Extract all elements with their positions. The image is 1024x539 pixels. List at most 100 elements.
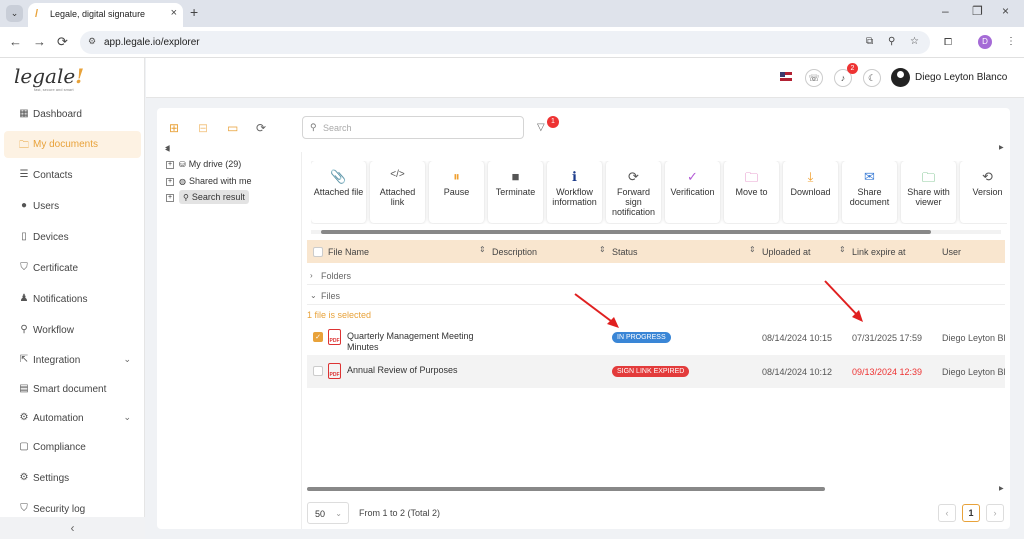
sidebar-item-dashboard[interactable]: ▦ Dashboard [4,101,141,128]
avatar[interactable] [891,68,910,87]
sidebar-item-settings[interactable]: ⚙ Settings [4,465,141,492]
sidebar-item-certificate[interactable]: ⛉ Certificate [4,255,141,282]
sidebar-item-devices[interactable]: ▯ Devices [4,224,141,251]
integration-icon: ⇱ [19,354,29,365]
extensions-icon[interactable]: ⧠ [944,37,952,48]
restore-icon[interactable]: ❐ [972,4,983,18]
tree-item-search-result[interactable]: + ⚲ Search result [166,190,249,204]
share-document-button[interactable]: ✉ Share document [842,161,897,223]
close-icon[interactable]: × [171,7,177,19]
install-app-icon[interactable]: ⧉ [866,36,873,47]
folders-group[interactable]: › Folders [307,267,1005,285]
row-checkbox[interactable] [313,366,323,376]
sidebar-item-integration[interactable]: ⇱ Integration ⌄ [4,347,141,374]
move-to-button[interactable]: 🗀 Move to [724,161,779,223]
actions-scroll-left-icon[interactable]: ◀ [165,144,170,151]
uploaded-at: 08/14/2024 10:12 [762,367,833,377]
share-with-viewer-button[interactable]: 🗀 Share with viewer [901,161,956,223]
new-folder-icon[interactable]: ⊞ [169,121,179,135]
sort-icon[interactable]: ⇕ [479,245,486,254]
forward-sign-notification-button[interactable]: ⟳ Forward sign notification [606,161,661,223]
explorer-panel: ⊞ ⊟ ▭ ⟳ ◀ + ⛁ My drive (29) + ◍ Shared with … [157,108,1010,529]
theme-toggle-icon[interactable]: ☾ [863,69,881,87]
chevron-down-icon: ⌄ [310,291,317,300]
files-group[interactable]: ⌄ Files [307,287,1005,305]
support-icon[interactable]: ☏ [805,69,823,87]
attached-link-button[interactable]: </> Attached link [370,161,425,223]
back-icon[interactable]: ← [9,34,22,49]
url-text: app.legale.io/explorer [104,37,200,48]
column-link-expire-at[interactable]: Link expire at [852,247,906,257]
legale-logo[interactable]: legale! [14,64,84,88]
file-name[interactable]: Quarterly Management Meeting Minutes [347,331,487,353]
chevron-down-icon: ⌄ [123,354,131,364]
workflow-information-button[interactable]: ℹ Workflow information [547,161,602,223]
url-field[interactable]: ⚙ app.legale.io/explorer ⧉ ⚲ ☆ [80,31,930,54]
sidebar-item-contacts[interactable]: ☰ Contacts [4,162,141,189]
column-description[interactable]: Description [492,247,537,257]
chevron-down-icon: ⌄ [123,412,131,422]
attached-file-button[interactable]: 📎 Attached file [311,161,366,223]
column-file-name[interactable]: File Name [328,247,369,257]
next-page-button[interactable]: › [986,504,1004,522]
table-row[interactable]: PDF Annual Review of Purposes SIGN LINK … [307,355,1005,388]
notification-badge: 2 [847,63,858,74]
site-info-icon[interactable]: ⚙ [88,36,96,47]
browser-tab[interactable]: / Legale, digital signature × [28,3,183,27]
chevron-right-icon: › [310,271,313,280]
tree-item-shared-with-me[interactable]: + ◍ Shared with me [166,176,252,186]
column-user[interactable]: User [942,247,961,257]
filter-icon[interactable]: ▽ [537,122,545,133]
file-name[interactable]: Annual Review of Purposes [347,365,487,376]
page-button[interactable]: 1 [962,504,980,522]
page-size-select[interactable]: 50 ⌄ [307,502,349,524]
bookmark-star-icon[interactable]: ☆ [910,36,919,47]
search-input[interactable]: ⚲ Search [302,116,524,139]
user-name[interactable]: Diego Leyton Blanco [915,72,1007,83]
actions-scroll-right-icon[interactable]: ▶ [999,144,1004,151]
profile-avatar[interactable]: D [978,35,992,49]
column-uploaded-at[interactable]: Uploaded at [762,247,811,257]
reload-icon[interactable]: ⟳ [57,34,68,50]
minimize-icon[interactable]: – [942,4,949,18]
select-all-checkbox[interactable] [313,247,323,257]
tree-item-my-drive[interactable]: + ⛁ My drive (29) [166,159,241,169]
folder-icon[interactable]: ▭ [227,121,238,135]
sidebar-item-notifications[interactable]: ♟ Notifications [4,286,141,313]
us-flag-icon[interactable] [780,72,792,81]
sidebar-item-smart-document[interactable]: ▤ Smart document [4,376,141,403]
prev-page-button[interactable]: ‹ [938,504,956,522]
tab-search-button[interactable]: ⌄ [6,5,23,22]
forward-icon[interactable]: → [33,34,46,49]
terminate-button[interactable]: ■ Terminate [488,161,543,223]
sort-icon[interactable]: ⇕ [599,245,606,254]
verification-button[interactable]: ✓ Verification [665,161,720,223]
window-close-icon[interactable]: × [1002,4,1009,18]
code-icon: </> [390,169,405,180]
sidebar-item-automation[interactable]: ⚙ Automation ⌄ [4,405,141,432]
actions-scrollbar[interactable] [311,230,1001,234]
table-scrollbar[interactable] [307,487,1007,491]
device-icon: ▯ [21,231,27,242]
top-bar: ☏ ♪ 2 ☾ Diego Leyton Blanco [146,58,1024,98]
sidebar-item-compliance[interactable]: ▢ Compliance [4,434,141,461]
version-button[interactable]: ⟲ Version [960,161,1007,223]
sidebar-item-workflow[interactable]: ⚲ Workflow [4,317,141,344]
sidebar-item-my-documents[interactable]: 🗀 My documents [4,131,141,158]
browser-menu-icon[interactable]: ⋮ [1006,36,1016,47]
download-button[interactable]: ⤓ Download [783,161,838,223]
new-tab-icon[interactable]: + [190,4,198,20]
folder-upload-icon[interactable]: ⊟ [198,121,208,135]
column-status[interactable]: Status [612,247,638,257]
zoom-icon[interactable]: ⚲ [888,36,895,47]
sort-icon[interactable]: ⇕ [749,245,756,254]
contacts-icon: ☰ [19,169,29,180]
sidebar-collapse-button[interactable]: ‹ [0,517,145,539]
table-row[interactable]: ✓ PDF Quarterly Management Meeting Minut… [307,321,1005,354]
row-checkbox[interactable]: ✓ [313,332,323,342]
table-scroll-right-icon[interactable]: ▶ [999,485,1004,492]
refresh-icon[interactable]: ⟳ [256,121,266,135]
pause-button[interactable]: ⏸ Pause [429,161,484,223]
sidebar-item-users[interactable]: ● Users [4,193,141,220]
sort-icon[interactable]: ⇕ [839,245,846,254]
